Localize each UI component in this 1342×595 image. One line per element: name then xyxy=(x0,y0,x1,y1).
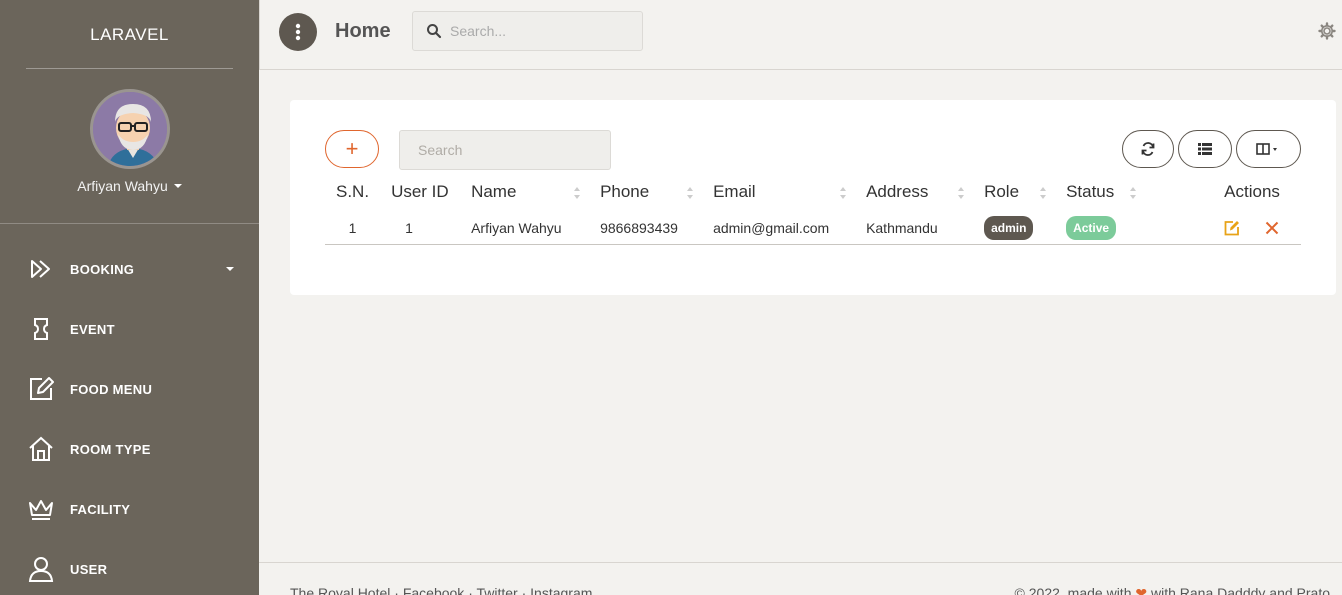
cell-user-id: 1 xyxy=(380,212,461,245)
column-header-user-id[interactable]: User ID xyxy=(380,172,460,212)
sidebar-item-label: FOOD MENU xyxy=(70,381,153,397)
brand-logo[interactable]: LARAVEL xyxy=(0,0,259,69)
sidebar-item-facility[interactable]: FACILITY xyxy=(0,479,259,539)
cell-role: admin xyxy=(973,212,1056,245)
refresh-icon xyxy=(1141,142,1155,156)
sort-icon xyxy=(574,187,581,199)
column-header-status[interactable]: Status xyxy=(1055,172,1145,212)
search-icon xyxy=(427,24,442,39)
sidebar-divider xyxy=(0,223,259,224)
footer-credit-prefix: © 2022, made with xyxy=(1014,585,1132,595)
cell-status: Active xyxy=(1055,212,1146,245)
column-header-email[interactable]: Email xyxy=(702,172,855,212)
user-name: Arfiyan Wahyu xyxy=(77,178,168,194)
add-user-button[interactable]: + xyxy=(325,130,379,168)
role-badge: admin xyxy=(984,215,1034,240)
sort-icon xyxy=(958,187,965,199)
delete-button[interactable] xyxy=(1261,217,1283,239)
cell-blank xyxy=(1145,212,1204,245)
heart-icon: ❤ xyxy=(1135,585,1148,595)
crown-icon xyxy=(27,495,55,523)
sidebar-item-food-menu[interactable]: FOOD MENU xyxy=(0,359,259,419)
play-forward-icon xyxy=(27,255,55,283)
topbar: Home xyxy=(259,0,1342,70)
avatar[interactable] xyxy=(89,89,170,169)
sort-icon xyxy=(840,187,847,199)
edit-square-icon xyxy=(27,375,55,403)
home-icon xyxy=(27,435,55,463)
user-panel: Arfiyan Wahyu xyxy=(0,89,259,196)
chevron-down-icon xyxy=(173,184,182,188)
sidebar-item-label: FACILITY xyxy=(70,501,131,517)
sidebar-item-room-type[interactable]: ROOM TYPE xyxy=(0,419,259,479)
footer-credit: © 2022, made with ❤ with Rana Dadddy and… xyxy=(1015,585,1330,595)
edit-icon xyxy=(1224,220,1240,236)
gear-icon[interactable] xyxy=(1318,22,1336,40)
list-icon xyxy=(1198,143,1212,155)
columns-dropdown-button[interactable] xyxy=(1236,130,1301,168)
sidebar-toggle-button[interactable] xyxy=(279,13,317,51)
cell-name: Arfiyan Wahyu xyxy=(460,212,590,245)
column-header-phone[interactable]: Phone xyxy=(589,172,702,212)
sidebar-item-label: BOOKING xyxy=(70,261,135,277)
footer-divider xyxy=(259,562,1342,563)
sidebar-nav: BOOKING EVENT FOOD MENU ROOM TYPE FACILI… xyxy=(0,239,259,595)
page-title: Home xyxy=(335,20,391,42)
sidebar: LARAVEL Arfiyan Wahyu BOOKING EVENT FOOD… xyxy=(0,0,259,595)
global-search-input[interactable] xyxy=(450,23,630,39)
column-header-role[interactable]: Role xyxy=(973,172,1055,212)
cell-phone: 9866893439 xyxy=(589,212,703,245)
column-header-blank xyxy=(1145,172,1203,212)
cell-sn: 1 xyxy=(325,212,381,245)
footer-credit-suffix: with Rana Dadddy and Prato xyxy=(1151,585,1330,595)
users-table: S.N. User ID Name Phone Email Address Ro… xyxy=(325,172,1301,245)
chevron-down-icon xyxy=(226,267,234,271)
sidebar-item-label: USER xyxy=(70,561,108,577)
table-search-input[interactable] xyxy=(399,130,611,170)
table-header-row: S.N. User ID Name Phone Email Address Ro… xyxy=(325,172,1301,212)
sort-icon xyxy=(1040,187,1047,199)
status-badge: Active xyxy=(1066,215,1117,240)
users-table-card: + S.N. User ID Name Phone Email Address … xyxy=(290,100,1336,295)
columns-icon xyxy=(1255,143,1277,155)
close-icon xyxy=(1265,221,1279,234)
sort-icon xyxy=(1130,187,1137,199)
global-search xyxy=(412,11,643,51)
sidebar-item-event[interactable]: EVENT xyxy=(0,299,259,359)
column-header-sn: S.N. xyxy=(336,182,370,201)
cell-actions xyxy=(1203,212,1301,245)
sidebar-item-label: ROOM TYPE xyxy=(70,441,151,457)
more-vertical-icon xyxy=(295,23,301,41)
sidebar-item-booking[interactable]: BOOKING xyxy=(0,239,259,299)
toggle-view-button[interactable] xyxy=(1178,130,1232,168)
edit-button[interactable] xyxy=(1221,217,1243,239)
sidebar-item-label: EVENT xyxy=(70,321,115,337)
ticket-icon xyxy=(27,315,55,343)
cell-address: Kathmandu xyxy=(855,212,974,245)
user-menu-toggle[interactable]: Arfiyan Wahyu xyxy=(77,178,182,194)
table-row: 1 1 Arfiyan Wahyu 9866893439 admin@gmail… xyxy=(325,212,1301,245)
sidebar-item-user[interactable]: USER xyxy=(0,539,259,595)
user-icon xyxy=(27,555,55,583)
column-header-name[interactable]: Name xyxy=(460,172,589,212)
column-header-actions: Actions xyxy=(1224,182,1280,201)
cell-email: admin@gmail.com xyxy=(702,212,856,245)
sort-icon xyxy=(687,187,694,199)
column-header-address[interactable]: Address xyxy=(855,172,973,212)
refresh-button[interactable] xyxy=(1122,130,1174,168)
brand-divider xyxy=(26,68,233,69)
footer-links[interactable]: The Royal Hotel · Facebook · Twitter · I… xyxy=(290,585,592,595)
